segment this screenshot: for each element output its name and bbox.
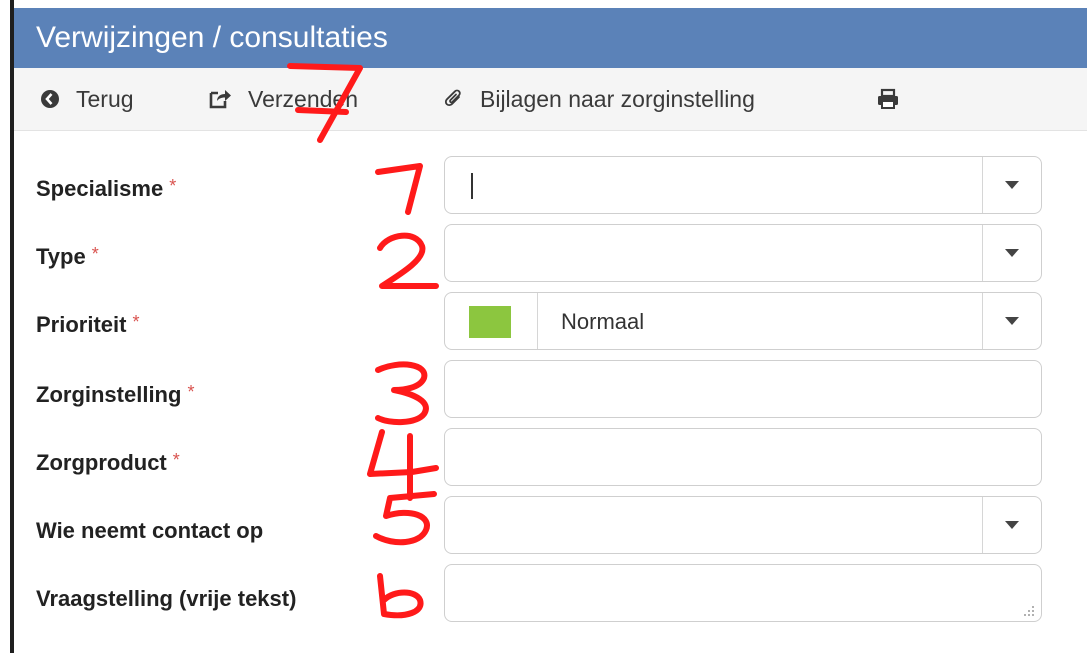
resize-grip-icon[interactable] (1023, 605, 1035, 617)
text-cursor (471, 173, 473, 199)
zorginstelling-input[interactable] (444, 360, 1042, 418)
zorgproduct-label: Zorgproduct * (36, 450, 180, 476)
zorgproduct-input[interactable] (444, 428, 1042, 486)
toolbar: Terug Verzenden Bijlagen naar zorginstel… (14, 68, 1087, 131)
send-button[interactable]: Verzenden (208, 68, 358, 130)
contact-select[interactable] (444, 496, 1042, 554)
specialisme-dropdown-toggle[interactable] (982, 157, 1041, 213)
type-select[interactable] (444, 224, 1042, 282)
caret-down-icon (1005, 249, 1019, 257)
share-square-icon (208, 88, 232, 110)
type-label-text: Type (36, 244, 86, 269)
contact-row: Wie neemt contact op (14, 496, 1054, 554)
priority-color-swatch (469, 306, 511, 338)
required-marker: * (187, 382, 195, 402)
print-button[interactable] (876, 68, 916, 130)
specialisme-select[interactable] (444, 156, 1042, 214)
circle-chevron-left-icon (40, 89, 60, 109)
page-title: Verwijzingen / consultaties (36, 21, 388, 54)
attachments-button[interactable]: Bijlagen naar zorginstelling (444, 68, 755, 130)
specialisme-label-text: Specialisme (36, 176, 164, 201)
contact-dropdown-toggle[interactable] (982, 497, 1041, 553)
zorgproduct-label-text: Zorgproduct (36, 450, 167, 475)
required-marker: * (91, 244, 99, 264)
prioriteit-dropdown-toggle[interactable] (982, 293, 1041, 349)
print-icon (876, 88, 900, 110)
prioriteit-value: Normaal (561, 309, 645, 334)
prioriteit-label: Prioriteit * (36, 312, 139, 338)
zorginstelling-label-text: Zorginstelling (36, 382, 182, 407)
caret-down-icon (1005, 317, 1019, 325)
type-row: Type * (14, 224, 1054, 282)
type-label: Type * (36, 244, 99, 270)
caret-down-icon (1005, 521, 1019, 529)
type-dropdown-toggle[interactable] (982, 225, 1041, 281)
back-label: Terug (76, 85, 134, 112)
zorginstelling-row: Zorginstelling * (14, 360, 1054, 418)
specialisme-label: Specialisme * (36, 176, 176, 202)
send-label: Verzenden (248, 85, 358, 112)
zorginstelling-label: Zorginstelling * (36, 382, 194, 408)
contact-label: Wie neemt contact op (36, 518, 264, 543)
required-marker: * (172, 450, 180, 470)
attachments-label: Bijlagen naar zorginstelling (480, 85, 755, 112)
priority-swatch-cell (445, 293, 538, 349)
vraagstelling-row: Vraagstelling (vrije tekst) (14, 564, 1054, 622)
vraagstelling-label: Vraagstelling (vrije tekst) (36, 586, 297, 611)
vraagstelling-textarea[interactable] (444, 564, 1042, 622)
panel-header: Verwijzingen / consultaties (14, 8, 1087, 68)
back-button[interactable]: Terug (40, 68, 134, 130)
top-strip (14, 0, 1087, 8)
caret-down-icon (1005, 181, 1019, 189)
specialisme-row: Specialisme * (14, 156, 1054, 214)
prioriteit-label-text: Prioriteit (36, 312, 127, 337)
zorgproduct-row: Zorgproduct * (14, 428, 1054, 486)
prioriteit-row: Prioriteit * Normaal (14, 292, 1054, 350)
paperclip-icon (444, 88, 464, 110)
required-marker: * (169, 176, 177, 196)
prioriteit-select[interactable]: Normaal (444, 292, 1042, 350)
required-marker: * (132, 312, 140, 332)
